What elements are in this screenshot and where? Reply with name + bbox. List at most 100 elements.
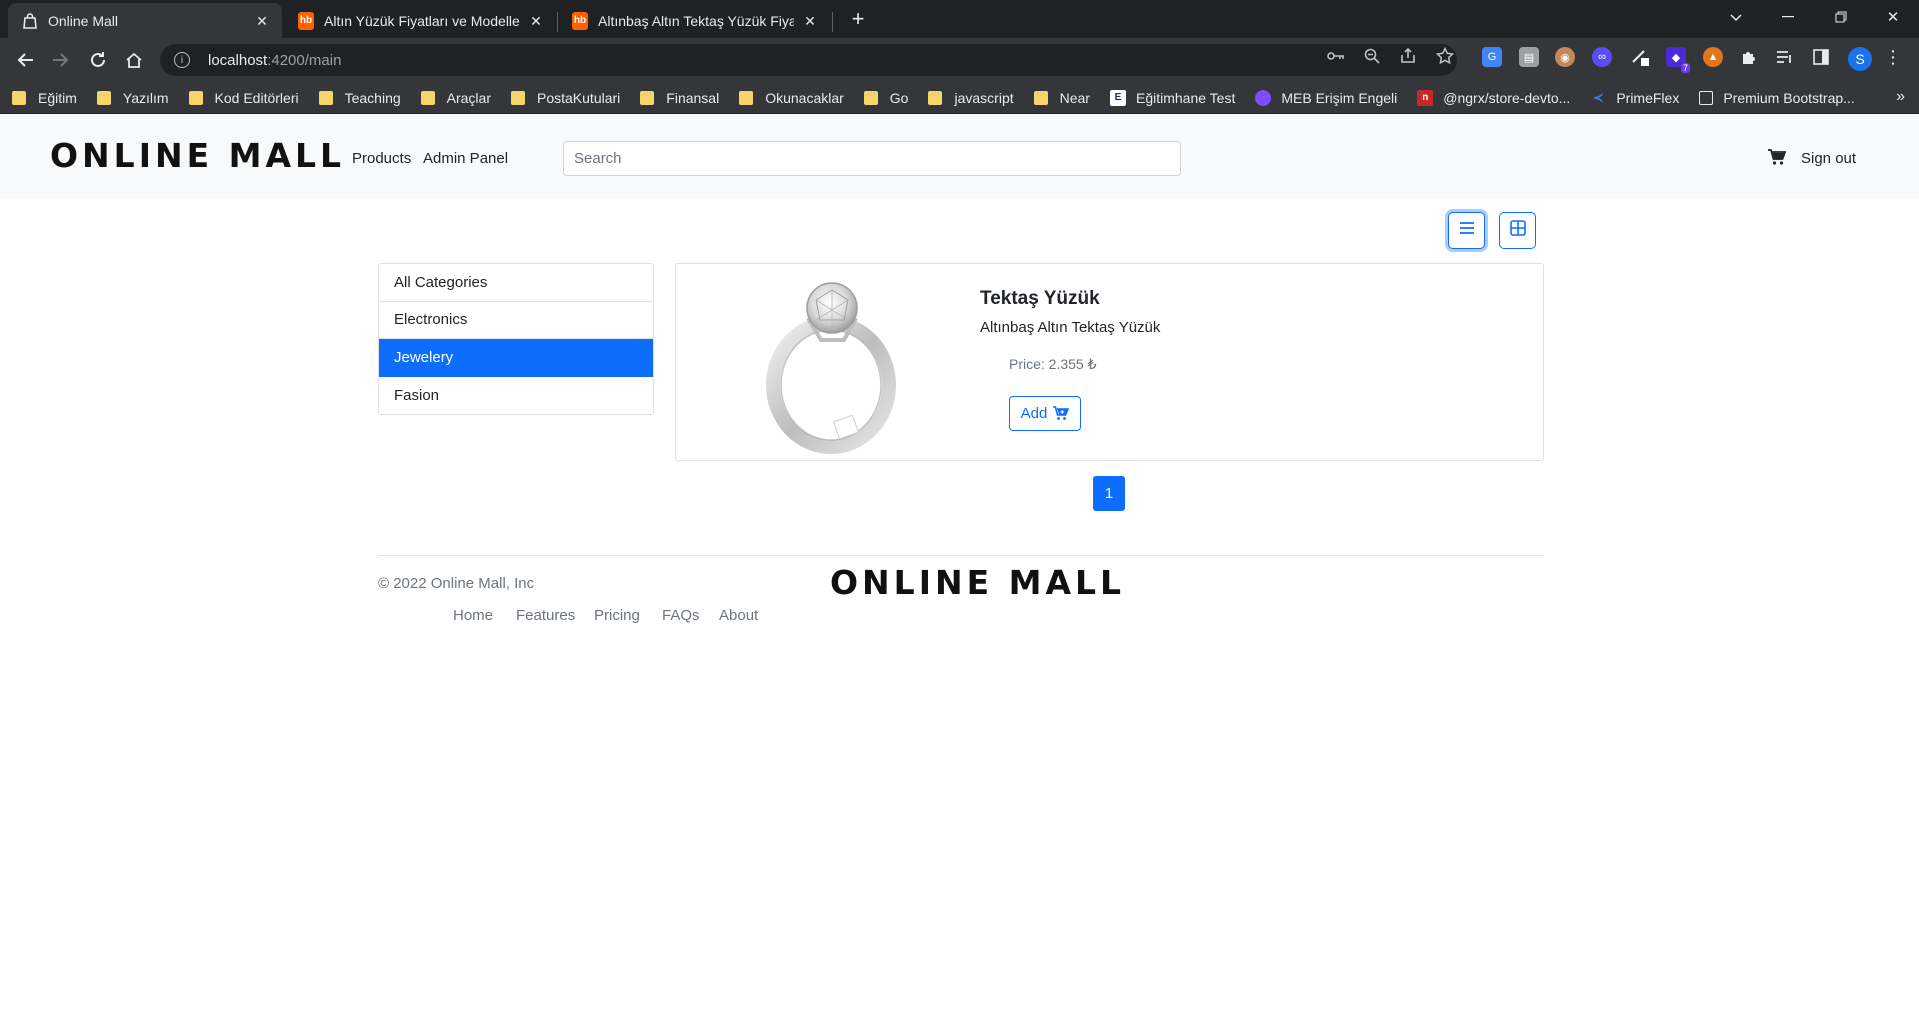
- bookmark-label: Teaching: [344, 89, 401, 106]
- tab-search-chevron-icon[interactable]: [1713, 0, 1759, 34]
- url-host: localhost: [208, 51, 268, 69]
- primeflex-icon: ≺: [1592, 89, 1604, 105]
- bookmark-folder[interactable]: javascript: [928, 90, 1014, 106]
- bookmark-folder[interactable]: Eğitim: [12, 90, 77, 106]
- add-button-label: Add: [1020, 405, 1048, 422]
- owl-extension-icon[interactable]: ◉: [1555, 47, 1575, 67]
- bookmark-folder[interactable]: Go: [863, 89, 909, 106]
- folder-icon: [928, 90, 943, 105]
- bookmark-label: Eğitim: [38, 89, 77, 106]
- footer-link-features[interactable]: Features: [516, 607, 575, 624]
- footer-link-faqs[interactable]: FAQs: [662, 607, 700, 624]
- folder-icon: [640, 90, 655, 105]
- close-window-icon[interactable]: ✕: [1870, 0, 1916, 34]
- bookmark-label: Near: [1059, 89, 1090, 106]
- bookmark-link[interactable]: Premium Bootstrap...: [1699, 90, 1855, 106]
- reading-list-icon[interactable]: [1775, 47, 1795, 67]
- close-icon[interactable]: ✕: [528, 13, 544, 29]
- product-card: Tektaş Yüzük Altınbaş Altın Tektaş Yüzük…: [675, 263, 1544, 461]
- page-button-current[interactable]: 1: [1093, 476, 1125, 511]
- category-item-jewelery[interactable]: Jewelery: [379, 339, 653, 377]
- category-item-electronics[interactable]: Electronics: [379, 301, 653, 339]
- nav-admin-panel[interactable]: Admin Panel: [423, 150, 508, 167]
- bookmark-folder[interactable]: PostaKutulari: [511, 90, 620, 106]
- address-bar[interactable]: i localhost:4200/main: [160, 44, 1457, 76]
- ring-product-image[interactable]: [746, 270, 906, 455]
- bookmark-link[interactable]: n @ngrx/store-devto...: [1417, 89, 1570, 106]
- translate-extension-icon[interactable]: G: [1482, 47, 1502, 67]
- side-panel-icon[interactable]: [1811, 47, 1831, 67]
- back-arrow-icon[interactable]: [13, 48, 37, 72]
- folder-icon: [12, 90, 26, 105]
- profile-avatar[interactable]: S: [1848, 47, 1872, 71]
- home-icon[interactable]: [122, 48, 146, 72]
- minimize-icon[interactable]: [1765, 0, 1811, 34]
- reload-icon[interactable]: [86, 48, 110, 72]
- footer-link-pricing[interactable]: Pricing: [594, 607, 640, 624]
- folder-icon: [420, 90, 435, 105]
- bookmark-link[interactable]: E Eğitimhane Test: [1109, 89, 1235, 106]
- product-price: Price: 2.355 ₺: [1009, 356, 1097, 372]
- gift-extension-icon[interactable]: ▤: [1519, 47, 1539, 67]
- product-name[interactable]: Tektaş Yüzük: [980, 288, 1100, 310]
- tab-altinbas-tektas[interactable]: hb Altınbaş Altın Tektaş Yüzük Fiyatı ✕: [558, 3, 830, 38]
- zoom-icon[interactable]: [1362, 46, 1382, 66]
- close-icon[interactable]: ✕: [802, 13, 818, 29]
- npm-icon: n: [1417, 89, 1434, 106]
- search-input[interactable]: [563, 141, 1181, 176]
- key-icon[interactable]: [1326, 46, 1346, 66]
- bookmark-folder[interactable]: Okunacaklar: [739, 90, 844, 106]
- share-icon[interactable]: [1398, 46, 1418, 66]
- bookmark-label: Go: [889, 89, 909, 106]
- bookmark-star-icon[interactable]: [1435, 46, 1455, 66]
- bookmark-folder[interactable]: Finansal: [640, 90, 719, 106]
- bookmark-folder[interactable]: Kod Editörleri: [188, 89, 299, 106]
- add-to-cart-button[interactable]: Add: [1009, 396, 1081, 431]
- link-extension-icon[interactable]: ∞: [1592, 47, 1612, 67]
- bootstrap-icon: [1699, 90, 1714, 105]
- bookmark-folder[interactable]: Yazılım: [96, 90, 169, 106]
- category-item-fasion[interactable]: Fasion: [379, 376, 653, 414]
- grid-icon: [1509, 220, 1526, 241]
- list-view-button[interactable]: [1448, 212, 1485, 249]
- bookmark-label: Kod Editörleri: [214, 89, 299, 106]
- bookmark-label: Premium Bootstrap...: [1723, 89, 1855, 106]
- bookmark-folder[interactable]: Araçlar: [420, 89, 491, 106]
- restore-icon[interactable]: [1818, 0, 1864, 34]
- bookmark-label: MEB Erişim Engeli: [1281, 89, 1398, 106]
- tab-title: Online Mall: [48, 12, 119, 29]
- signout-link[interactable]: Sign out: [1801, 150, 1856, 167]
- close-icon[interactable]: ✕: [254, 13, 270, 29]
- nav-products[interactable]: Products: [352, 150, 411, 167]
- tab-altin-yuzuk[interactable]: hb Altın Yüzük Fiyatları ve Modelleri ✕: [284, 3, 556, 38]
- bookmark-label: PostaKutulari: [537, 89, 621, 106]
- footer-link-about[interactable]: About: [719, 607, 758, 624]
- bookmark-link[interactable]: ≺ PrimeFlex: [1590, 90, 1679, 106]
- cart-icon[interactable]: [1768, 148, 1787, 166]
- product-description: Altınbaş Altın Tektaş Yüzük: [980, 319, 1161, 336]
- kebab-menu-icon[interactable]: ⋮: [1883, 47, 1903, 67]
- forward-arrow-icon[interactable]: [49, 48, 73, 72]
- folder-icon: [318, 90, 333, 105]
- grid-view-button[interactable]: [1499, 212, 1536, 249]
- bookmark-folder[interactable]: Near: [1033, 89, 1090, 106]
- tab-online-mall[interactable]: Online Mall ✕: [8, 3, 282, 38]
- cube-extension-icon[interactable]: ◆ 7: [1666, 47, 1690, 73]
- brand-logo[interactable]: ONLINE MALL: [50, 136, 345, 175]
- bookmark-folder[interactable]: Teaching: [318, 89, 401, 106]
- bookmark-link[interactable]: MEB Erişim Engeli: [1255, 89, 1398, 106]
- pen-extension-icon[interactable]: [1630, 47, 1650, 67]
- footer-link-home[interactable]: Home: [453, 607, 493, 624]
- footer-brand-logo[interactable]: ONLINE MALL: [830, 563, 1125, 602]
- tab-separator: [832, 12, 833, 32]
- app-header: ONLINE MALL Products Admin Panel Sign ou…: [0, 114, 1919, 198]
- hb-favicon-icon: hb: [572, 11, 588, 30]
- info-icon[interactable]: i: [174, 52, 190, 68]
- bookmark-label: Araçlar: [446, 89, 491, 106]
- puzzle-extensions-icon[interactable]: [1739, 47, 1759, 67]
- category-item-all[interactable]: All Categories: [379, 264, 653, 302]
- metamask-extension-icon[interactable]: ▲: [1703, 47, 1723, 67]
- browser-toolbar: i localhost:4200/main G ▤ ◉ ∞ ◆ 7 ▲ S ⋮: [0, 38, 1919, 82]
- new-tab-icon[interactable]: +: [846, 7, 870, 31]
- more-bookmarks-icon[interactable]: »: [1896, 88, 1905, 106]
